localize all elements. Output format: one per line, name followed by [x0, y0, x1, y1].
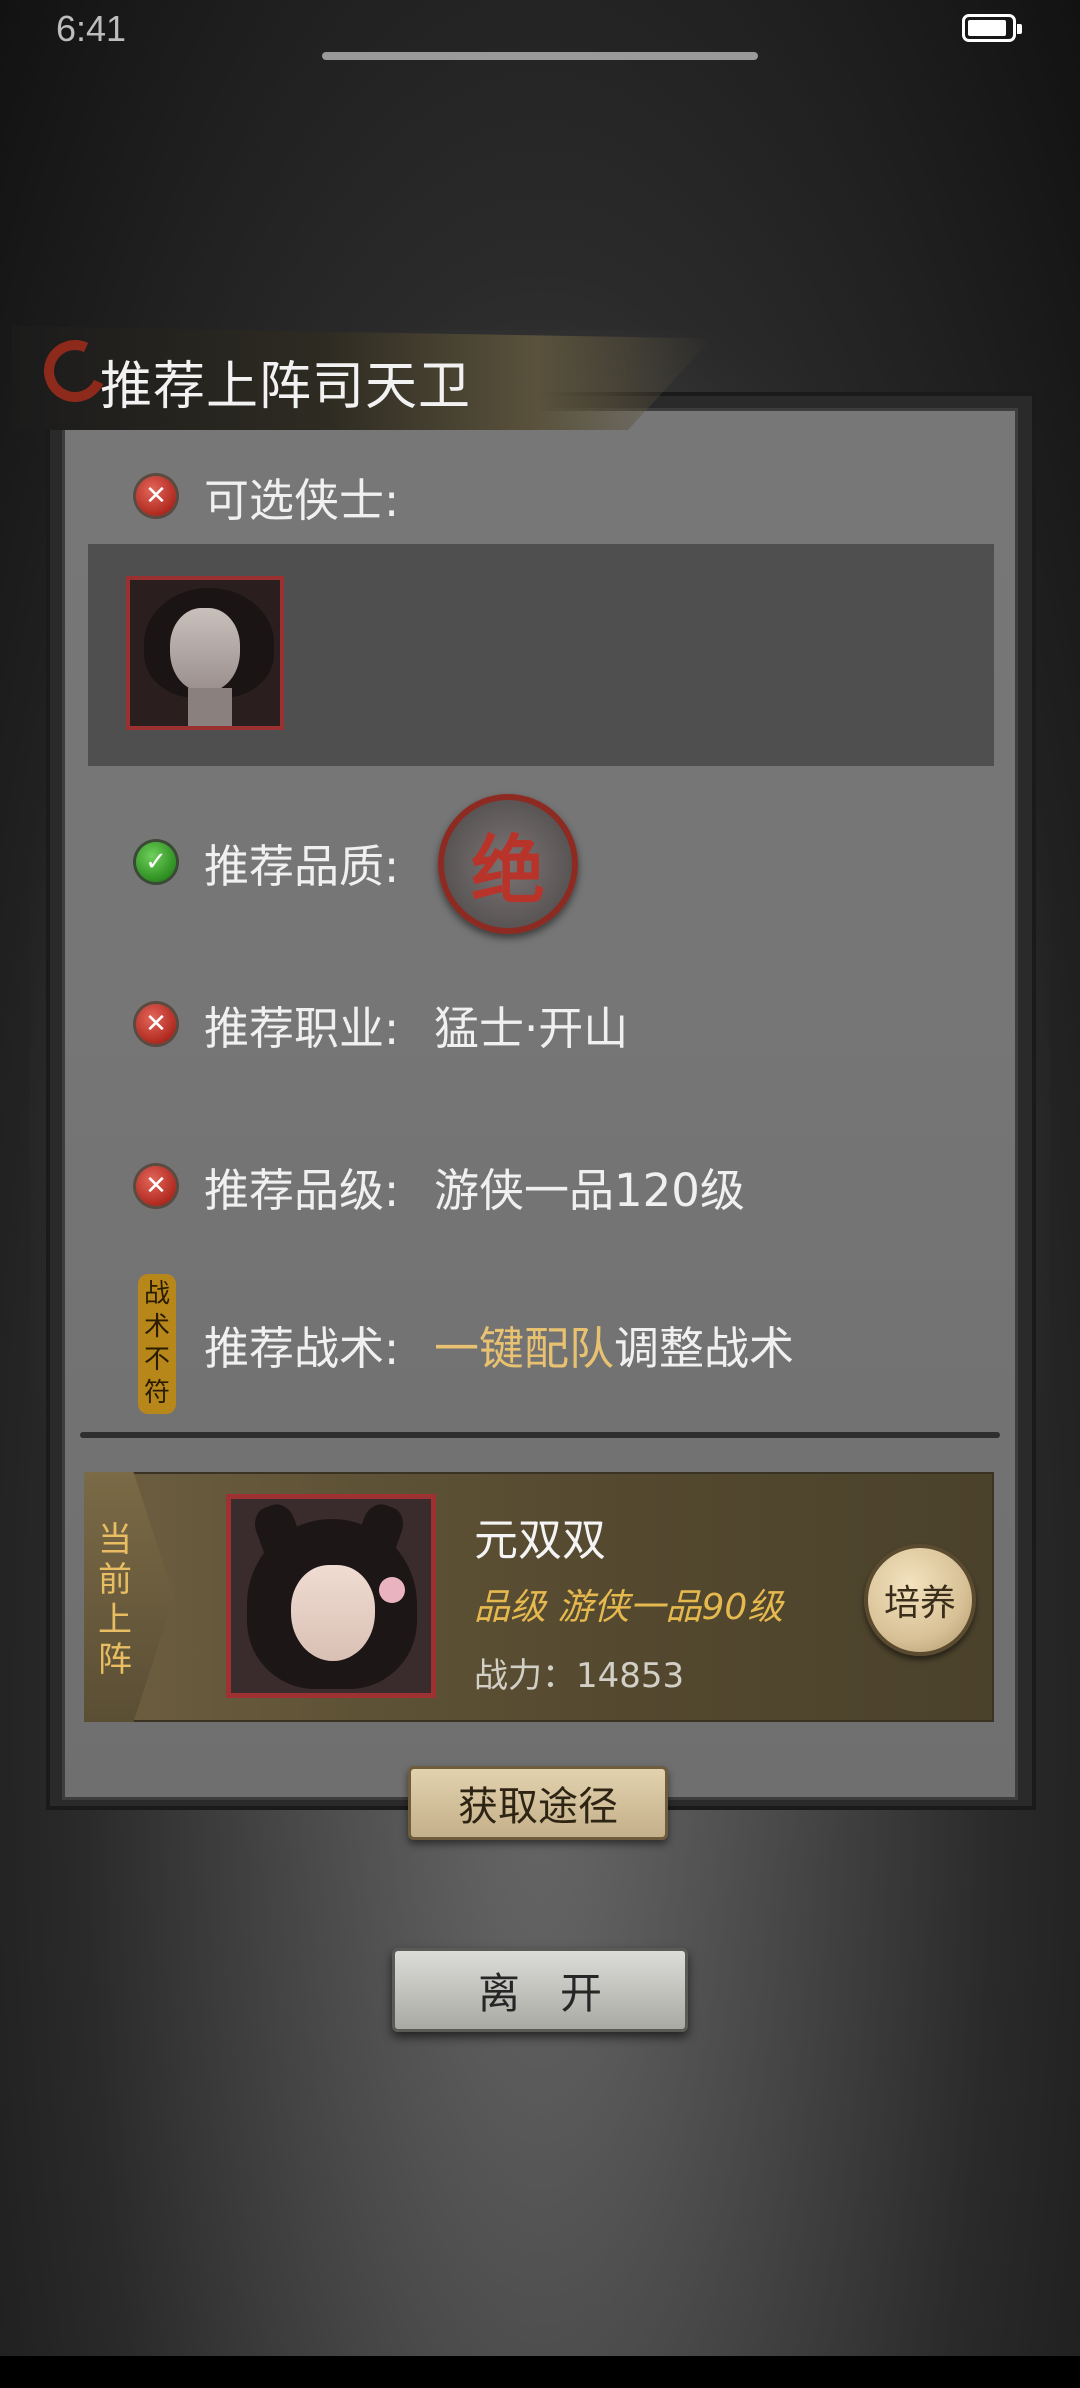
- quality-seal-icon: 绝: [438, 794, 578, 934]
- tactics-mismatch-badge: 战 术 不 符: [138, 1274, 176, 1414]
- badge-char: 不: [143, 1345, 170, 1375]
- dialog-title: 推荐上阵司天卫: [100, 357, 472, 417]
- hero-name: 元双双: [474, 1515, 606, 1566]
- hero-portrait[interactable]: [126, 576, 284, 730]
- portrait-face: [170, 608, 240, 692]
- auto-team-link[interactable]: 一键配队: [434, 1322, 614, 1375]
- tag-char: 当: [98, 1520, 132, 1560]
- battery-icon: [962, 14, 1022, 42]
- grade-label: 推荐品级:: [204, 1164, 400, 1217]
- tag-char: 阵: [98, 1640, 132, 1680]
- status-time: 6:41: [56, 8, 127, 49]
- pass-icon: ✓: [136, 842, 176, 882]
- fail-icon: ✕: [136, 476, 176, 516]
- fail-icon: ✕: [136, 1166, 176, 1206]
- bottom-bar: [0, 2356, 1080, 2388]
- hair-flower: [379, 1577, 405, 1603]
- current-tag-text: 当 前 上 阵: [98, 1520, 132, 1680]
- portrait-neck: [188, 688, 232, 726]
- battery-level: [968, 20, 1006, 36]
- profession-label: 推荐职业:: [204, 1002, 400, 1055]
- obtain-source-button[interactable]: 获取途径: [408, 1766, 668, 1840]
- badge-char: 术: [143, 1312, 170, 1342]
- divider: [80, 1432, 1000, 1438]
- gesture-bar: [322, 52, 758, 60]
- tactics-label: 推荐战术:: [204, 1322, 400, 1375]
- status-bar: 6:41: [0, 0, 1080, 58]
- leave-button[interactable]: 离开: [392, 1948, 688, 2032]
- hero-power: 战力：14853: [474, 1656, 685, 1696]
- tag-char: 前: [98, 1560, 132, 1600]
- tactics-suffix: 调整战术: [614, 1322, 795, 1375]
- profession-value: 猛士·开山: [434, 1002, 629, 1055]
- quality-seal-text: 绝: [471, 827, 545, 914]
- badge-char: 战: [143, 1279, 170, 1309]
- badge-char: 符: [143, 1378, 170, 1408]
- tag-char: 上: [98, 1600, 132, 1640]
- selectable-label: 可选侠士:: [204, 474, 400, 527]
- portrait-face: [291, 1565, 375, 1661]
- fail-icon: ✕: [136, 1004, 176, 1044]
- current-hero-portrait[interactable]: [226, 1494, 436, 1698]
- quality-label: 推荐品质:: [204, 840, 400, 893]
- tactics-value: 一键配队调整战术: [434, 1312, 794, 1377]
- train-button[interactable]: 培养: [864, 1544, 976, 1656]
- hero-grade: 品级 游侠一品90级: [474, 1587, 784, 1628]
- grade-value: 游侠一品120级: [434, 1164, 745, 1217]
